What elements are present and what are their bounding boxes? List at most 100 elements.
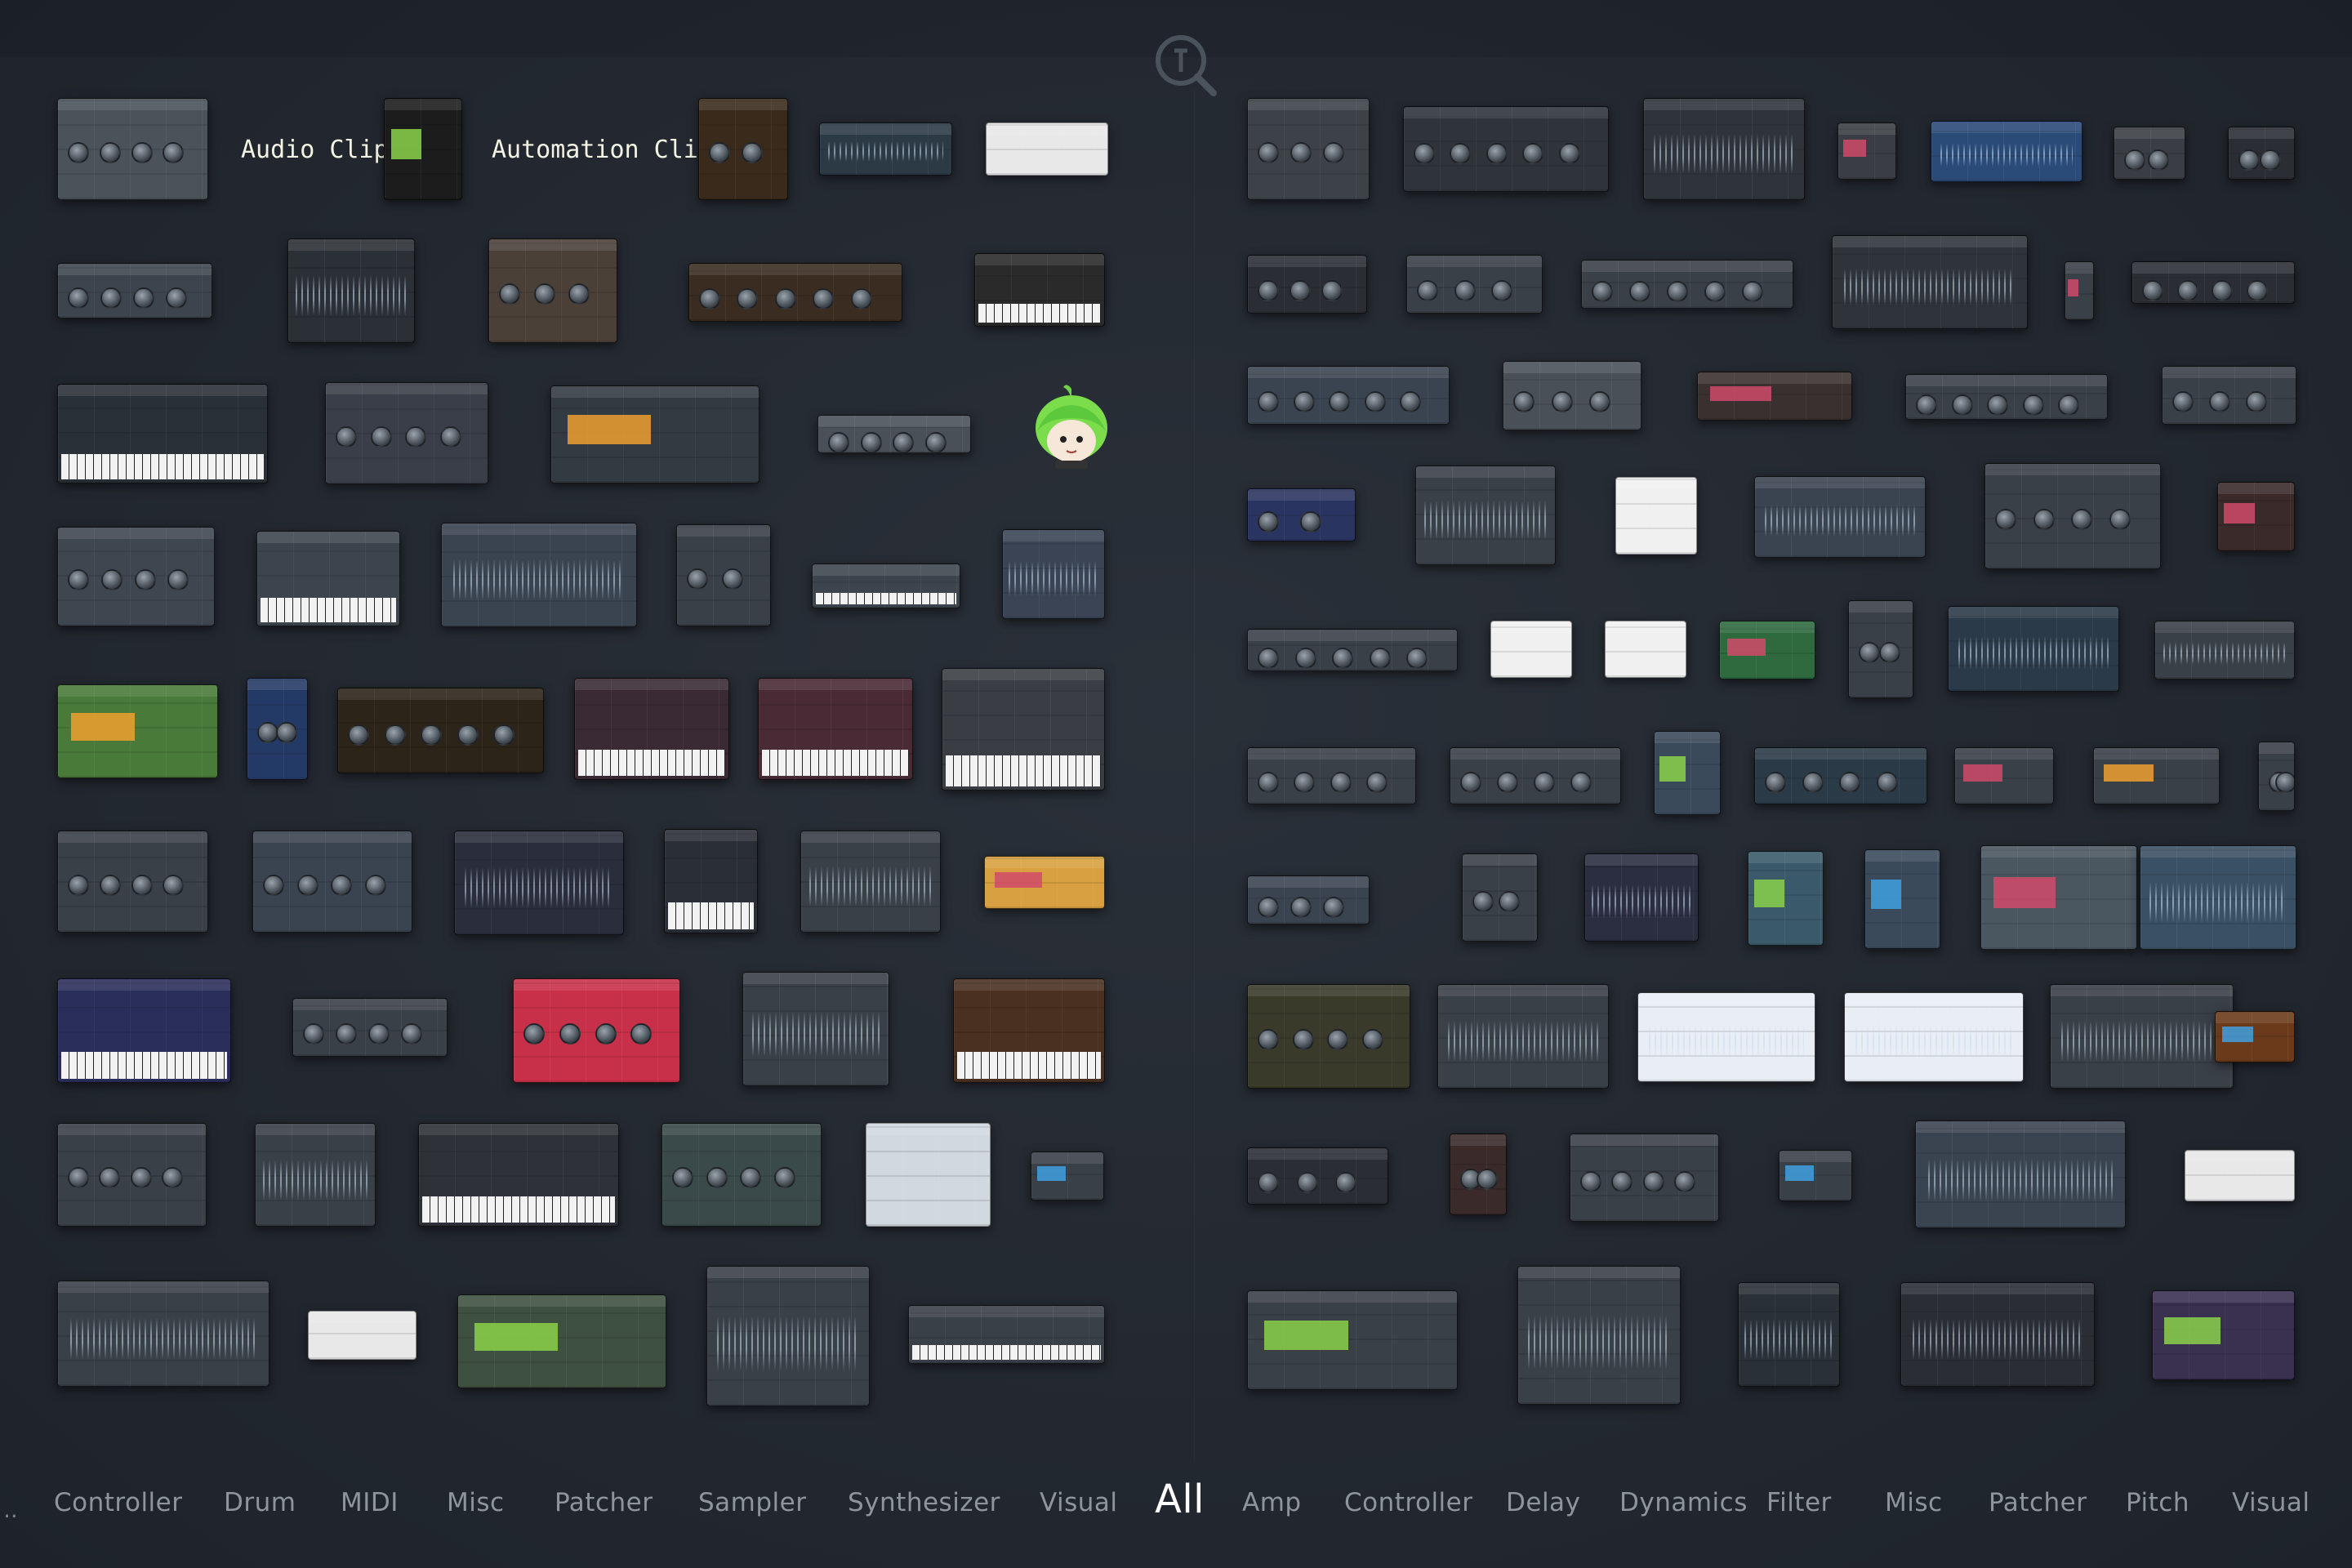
plugin-thumbnail[interactable] — [742, 972, 889, 1086]
plugin-thumbnail[interactable] — [984, 856, 1105, 909]
audio-clip-label[interactable]: Audio Clip — [241, 136, 389, 164]
plugin-thumbnail[interactable] — [255, 1123, 376, 1227]
category-filter[interactable]: Filter — [1766, 1488, 1832, 1517]
category-dynamics[interactable]: Dynamics — [1619, 1488, 1748, 1517]
category-midi[interactable]: MIDI — [341, 1488, 399, 1517]
plugin-thumbnail[interactable] — [662, 1123, 822, 1227]
plugin-thumbnail[interactable] — [2114, 127, 2185, 180]
plugin-thumbnail[interactable] — [1247, 488, 1356, 541]
plugin-thumbnail[interactable] — [57, 263, 212, 318]
plugin-thumbnail[interactable] — [57, 1281, 270, 1387]
plugin-thumbnail[interactable] — [1697, 372, 1852, 421]
plugin-thumbnail[interactable] — [974, 253, 1105, 327]
plugin-thumbnail[interactable] — [1719, 621, 1815, 679]
plugin-thumbnail[interactable] — [1031, 1152, 1104, 1200]
plugin-thumbnail[interactable] — [256, 531, 400, 626]
category-fx-patcher[interactable]: Patcher — [1989, 1488, 2087, 1517]
plugin-thumbnail[interactable] — [800, 831, 941, 933]
plugin-thumbnail[interactable] — [574, 678, 729, 780]
plugin-thumbnail[interactable] — [1584, 853, 1699, 942]
plugin-thumbnail[interactable] — [1915, 1120, 2126, 1228]
category-fx-misc[interactable]: Misc — [1885, 1488, 1943, 1517]
plugin-thumbnail[interactable] — [942, 668, 1105, 791]
plugin-thumbnail[interactable] — [1738, 1282, 1840, 1387]
plugin-thumbnail[interactable] — [758, 678, 913, 780]
plugin-thumbnail[interactable] — [287, 238, 415, 343]
category-drum[interactable]: Drum — [224, 1488, 296, 1517]
plugin-thumbnail[interactable] — [706, 1266, 870, 1406]
plugin-thumbnail[interactable] — [57, 527, 215, 626]
category-misc[interactable]: Misc — [447, 1488, 505, 1517]
plugin-thumbnail[interactable] — [457, 1294, 666, 1388]
plugin-thumbnail[interactable] — [1403, 106, 1609, 192]
plugin-thumbnail[interactable] — [698, 98, 788, 200]
plugin-thumbnail[interactable] — [1247, 984, 1410, 1089]
plugin-thumbnail[interactable] — [1838, 122, 1896, 180]
plugin-thumbnail[interactable] — [1490, 621, 1572, 678]
plugin-thumbnail[interactable] — [664, 829, 758, 933]
plugin-thumbnail[interactable] — [488, 238, 617, 343]
plugin-thumbnail[interactable] — [1247, 629, 1458, 671]
category-patcher[interactable]: Patcher — [555, 1488, 653, 1517]
plugin-thumbnail[interactable] — [2050, 984, 2234, 1089]
plugin-thumbnail[interactable] — [2152, 1290, 2295, 1380]
plugin-thumbnail[interactable] — [2154, 621, 2295, 679]
plugin-thumbnail[interactable] — [2162, 366, 2296, 425]
plugin-thumbnail[interactable] — [325, 382, 488, 484]
plugin-thumbnail[interactable] — [1754, 747, 1927, 804]
plugin-thumbnail[interactable] — [1748, 851, 1824, 946]
plugin-thumbnail[interactable] — [1844, 992, 2024, 1082]
plugin-thumbnail[interactable] — [1864, 849, 1940, 949]
automation-clip-label[interactable]: Automation Clip — [492, 136, 713, 164]
plugin-thumbnail[interactable] — [2132, 261, 2295, 304]
plugin-thumbnail[interactable] — [812, 564, 960, 608]
plugin-thumbnail[interactable] — [819, 122, 952, 176]
plugin-thumbnail[interactable] — [1247, 1290, 1458, 1390]
plugin-thumbnail[interactable] — [1615, 477, 1697, 555]
plugin-thumbnail[interactable] — [866, 1123, 991, 1227]
plugin-thumbnail[interactable] — [1643, 98, 1805, 200]
plugin-thumbnail[interactable] — [2093, 747, 2220, 804]
category-visual[interactable]: Visual — [1040, 1488, 1118, 1517]
plugin-thumbnail[interactable] — [1247, 366, 1450, 425]
plugin-thumbnail[interactable] — [57, 831, 208, 933]
plugin-thumbnail[interactable] — [550, 385, 760, 483]
plugin-thumbnail[interactable] — [308, 1311, 416, 1360]
plugin-thumbnail[interactable] — [1754, 476, 1926, 558]
plugin-thumbnail[interactable] — [1437, 984, 1609, 1089]
plugin-thumbnail[interactable] — [1517, 1266, 1681, 1405]
plugin-thumbnail[interactable] — [1637, 992, 1815, 1082]
category-amp[interactable]: Amp — [1242, 1488, 1302, 1517]
plugin-thumbnail[interactable] — [57, 384, 268, 483]
plugin-thumbnail[interactable] — [1503, 361, 1642, 430]
plugin-thumbnail[interactable] — [1247, 255, 1367, 314]
plugin-thumbnail[interactable] — [1406, 255, 1543, 314]
plugin-thumbnail[interactable] — [1779, 1150, 1852, 1201]
category-synthesizer[interactable]: Synthesizer — [848, 1488, 1000, 1517]
plugin-thumbnail[interactable] — [252, 831, 412, 933]
plugin-thumbnail[interactable] — [384, 98, 462, 200]
plugin-thumbnail[interactable] — [1247, 98, 1370, 200]
fl-mascot-icon[interactable] — [1031, 382, 1112, 472]
plugin-thumbnail[interactable] — [1980, 845, 2137, 950]
plugin-thumbnail[interactable] — [454, 831, 624, 935]
plugin-thumbnail[interactable] — [2258, 742, 2295, 811]
plugin-thumbnail[interactable] — [247, 678, 308, 780]
plugin-thumbnail[interactable] — [1605, 621, 1686, 678]
category-all[interactable]: All — [1155, 1477, 1205, 1522]
plugin-thumbnail[interactable] — [688, 263, 902, 322]
plugin-thumbnail[interactable] — [953, 978, 1105, 1083]
plugin-thumbnail[interactable] — [57, 1123, 207, 1227]
plugin-thumbnail[interactable] — [2215, 1011, 2295, 1062]
plugin-thumbnail[interactable] — [1954, 747, 2054, 804]
plugin-thumbnail[interactable] — [986, 122, 1108, 176]
category-delay[interactable]: Delay — [1506, 1488, 1580, 1517]
plugin-thumbnail[interactable] — [418, 1123, 619, 1227]
plugin-thumbnail[interactable] — [1247, 875, 1370, 924]
plugin-thumbnail[interactable] — [57, 684, 218, 778]
plugin-thumbnail[interactable] — [1900, 1282, 2095, 1387]
plugin-thumbnail[interactable] — [1654, 731, 1721, 815]
plugin-thumbnail[interactable] — [441, 523, 637, 627]
more-categories-button[interactable]: .. — [3, 1496, 18, 1523]
plugin-thumbnail[interactable] — [2185, 1150, 2295, 1201]
